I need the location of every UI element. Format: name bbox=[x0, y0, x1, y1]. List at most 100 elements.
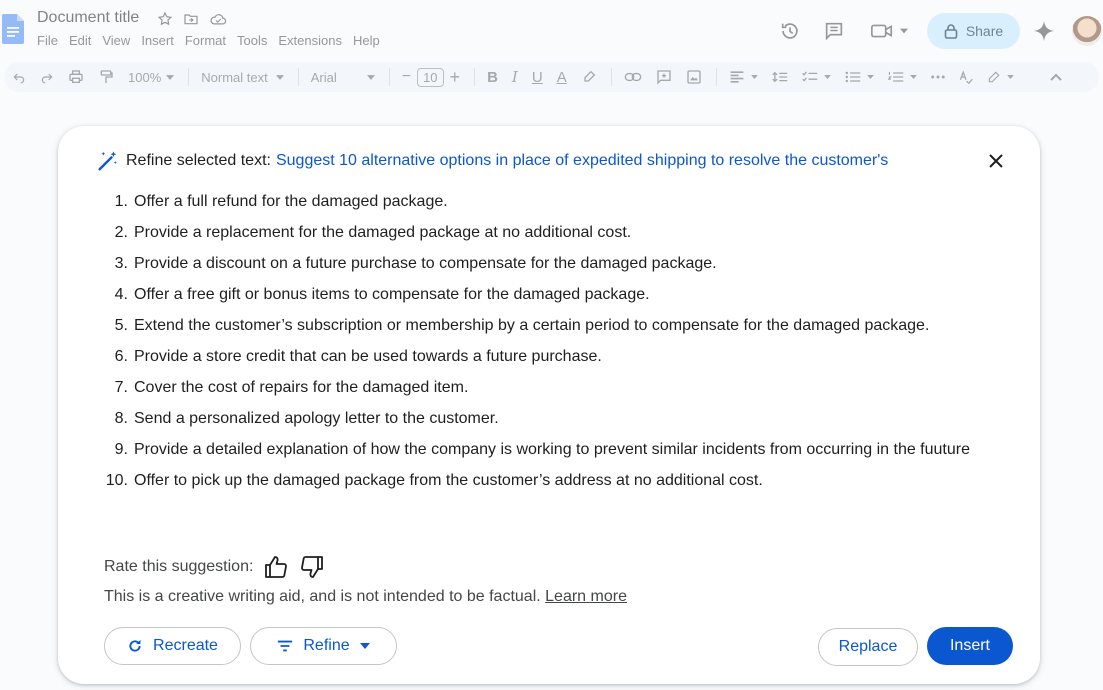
close-button[interactable] bbox=[984, 149, 1008, 173]
chevron-down-icon bbox=[166, 74, 175, 80]
refine-dialog: Refine selected text: Suggest 10 alterna… bbox=[58, 126, 1040, 684]
move-folder-icon[interactable] bbox=[183, 11, 199, 27]
increase-font-size-button[interactable]: + bbox=[450, 67, 461, 88]
paint-format-icon[interactable] bbox=[98, 69, 114, 85]
chevron-down-icon bbox=[909, 75, 917, 79]
avatar[interactable] bbox=[1072, 16, 1102, 46]
numbered-list-select[interactable] bbox=[887, 70, 917, 84]
share-button[interactable]: Share bbox=[927, 13, 1020, 49]
item-text: Provide a replacement for the damaged pa… bbox=[134, 224, 632, 241]
chevron-down-icon bbox=[275, 74, 284, 80]
item-text: Offer a free gift or bonus items to comp… bbox=[134, 286, 650, 303]
item-number: 3. bbox=[114, 255, 128, 272]
item-text: Offer a full refund for the damaged pack… bbox=[134, 193, 448, 210]
style-value: Normal text bbox=[201, 69, 268, 85]
insert-button[interactable]: Insert bbox=[927, 627, 1013, 665]
menu-view[interactable]: View bbox=[102, 33, 130, 48]
thumbs-up-icon[interactable] bbox=[263, 554, 289, 580]
zoom-select[interactable]: 100% bbox=[128, 69, 175, 85]
add-comment-icon[interactable] bbox=[656, 69, 672, 85]
formatting-toolbar: 100% Normal text Arial − 10 + B I U A bbox=[4, 62, 1099, 92]
menu-edit[interactable]: Edit bbox=[69, 33, 91, 48]
list-item: 3. Provide a discount on a future purchas… bbox=[104, 254, 984, 274]
italic-button[interactable]: I bbox=[512, 68, 518, 86]
underline-button[interactable]: U bbox=[532, 69, 543, 86]
toolbar-divider bbox=[188, 68, 190, 86]
decrease-font-size-button[interactable]: − bbox=[402, 68, 411, 86]
align-select[interactable] bbox=[729, 70, 758, 84]
app-header: Document title File Edit View Insert For… bbox=[0, 0, 1103, 58]
item-text: Provide a detailed explanation of how th… bbox=[134, 441, 970, 458]
prompt-text[interactable]: Suggest 10 alternative options in place … bbox=[276, 152, 888, 170]
menu-format[interactable]: Format bbox=[185, 33, 226, 48]
insert-image-icon[interactable] bbox=[686, 69, 702, 85]
undo-icon[interactable] bbox=[12, 70, 26, 84]
bold-button[interactable]: B bbox=[487, 69, 498, 86]
item-text: Provide a store credit that can be used … bbox=[134, 348, 602, 365]
menu-tools[interactable]: Tools bbox=[237, 33, 267, 48]
editing-mode-select[interactable] bbox=[987, 70, 1014, 84]
item-number: 9. bbox=[114, 441, 128, 458]
comments-icon[interactable] bbox=[823, 20, 845, 42]
list-item: 2. Provide a replacement for the damaged … bbox=[104, 223, 984, 243]
zoom-value: 100% bbox=[128, 69, 162, 85]
magic-wand-icon bbox=[96, 150, 118, 172]
collapse-menus-icon[interactable] bbox=[1049, 73, 1062, 81]
spellcheck-icon[interactable] bbox=[959, 70, 973, 84]
toolbar-divider bbox=[474, 68, 476, 86]
more-icon[interactable] bbox=[930, 75, 945, 79]
chevron-down-icon bbox=[750, 75, 758, 79]
history-icon[interactable] bbox=[779, 20, 801, 42]
toolbar-divider bbox=[715, 68, 717, 86]
refine-button-label: Refine bbox=[303, 637, 350, 654]
list-item: 10. Offer to pick up the damaged package … bbox=[104, 471, 984, 491]
recreate-button[interactable]: Recreate bbox=[104, 627, 241, 665]
item-number: 4. bbox=[114, 286, 128, 303]
share-label: Share bbox=[965, 23, 1004, 39]
refine-button[interactable]: Refine bbox=[250, 627, 397, 665]
replace-button[interactable]: Replace bbox=[818, 628, 918, 666]
bulleted-list-select[interactable] bbox=[845, 70, 874, 84]
list-item: 8. Send a personalized apology letter to … bbox=[104, 409, 984, 429]
docs-logo-icon[interactable] bbox=[2, 14, 24, 44]
menu-extensions[interactable]: Extensions bbox=[278, 33, 342, 48]
print-icon[interactable] bbox=[68, 69, 84, 85]
learn-more-link[interactable]: Learn more bbox=[545, 588, 627, 605]
menu-file[interactable]: File bbox=[37, 33, 58, 48]
item-text: Send a personalized apology letter to th… bbox=[134, 410, 499, 427]
line-spacing-icon[interactable] bbox=[771, 70, 788, 84]
item-number: 2. bbox=[114, 224, 128, 241]
highlight-icon[interactable] bbox=[581, 69, 597, 85]
suggestion-list: 1. Offer a full refund for the damaged pa… bbox=[104, 192, 984, 502]
menu-bar: File Edit View Insert Format Tools Exten… bbox=[37, 33, 391, 48]
star-icon[interactable] bbox=[157, 11, 173, 27]
menu-insert[interactable]: Insert bbox=[141, 33, 174, 48]
font-value: Arial bbox=[310, 69, 337, 85]
chevron-down-icon bbox=[823, 75, 831, 79]
chevron-down-icon bbox=[866, 75, 874, 79]
gemini-sparkle-icon[interactable] bbox=[1033, 20, 1055, 42]
font-select[interactable]: Arial bbox=[311, 70, 375, 85]
filter-icon bbox=[277, 639, 293, 653]
document-title[interactable]: Document title bbox=[37, 9, 139, 27]
list-item: 9. Provide a detailed explanation of how … bbox=[104, 440, 984, 460]
link-icon[interactable] bbox=[624, 70, 642, 84]
toolbar-divider bbox=[610, 68, 612, 86]
menu-help[interactable]: Help bbox=[353, 33, 380, 48]
cloud-status-icon[interactable] bbox=[209, 11, 227, 27]
list-item: 7. Cover the cost of repairs for the dama… bbox=[104, 378, 984, 398]
style-select[interactable]: Normal text bbox=[201, 69, 284, 85]
item-number: 7. bbox=[114, 379, 128, 396]
checklist-select[interactable] bbox=[801, 70, 831, 84]
meet-button[interactable] bbox=[870, 21, 908, 41]
text-color-button[interactable]: A bbox=[557, 69, 567, 86]
chevron-down-icon bbox=[359, 643, 370, 649]
thumbs-down-icon[interactable] bbox=[299, 554, 325, 580]
lock-icon bbox=[944, 23, 958, 39]
font-size-input[interactable]: 10 bbox=[417, 67, 444, 87]
item-number: 8. bbox=[114, 410, 128, 427]
dialog-header: Refine selected text: Suggest 10 alterna… bbox=[96, 150, 888, 172]
refine-label: Refine selected text: bbox=[126, 152, 271, 169]
rating-row: Rate this suggestion: bbox=[104, 554, 325, 580]
redo-icon[interactable] bbox=[40, 70, 54, 84]
